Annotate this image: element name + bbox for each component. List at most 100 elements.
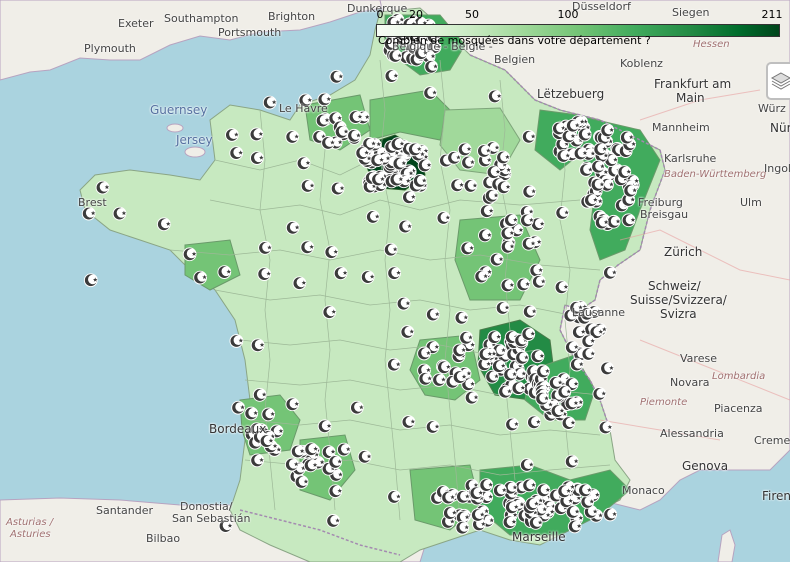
- mosque-marker-icon[interactable]: [561, 416, 576, 430]
- mosque-marker-icon[interactable]: [470, 508, 486, 522]
- mosque-marker-icon[interactable]: [441, 490, 456, 505]
- mosque-marker-icon[interactable]: [365, 210, 381, 224]
- mosque-marker-icon[interactable]: [112, 206, 127, 221]
- mosque-marker-icon[interactable]: [455, 520, 470, 535]
- mosque-marker-icon[interactable]: [496, 150, 511, 165]
- mosque-marker-icon[interactable]: [432, 373, 447, 387]
- mosque-marker-icon[interactable]: [348, 110, 363, 124]
- mosque-marker-icon[interactable]: [324, 245, 339, 260]
- mosque-marker-icon[interactable]: [530, 349, 545, 364]
- mosque-marker-icon[interactable]: [579, 163, 594, 177]
- mosque-marker-icon[interactable]: [443, 506, 458, 520]
- mosque-marker-icon[interactable]: [454, 310, 469, 325]
- mosque-marker-icon[interactable]: [360, 270, 375, 284]
- mosque-marker-icon[interactable]: [463, 179, 478, 193]
- mosque-marker-icon[interactable]: [491, 359, 507, 374]
- mosque-marker-icon[interactable]: [581, 334, 596, 349]
- mosque-marker-icon[interactable]: [333, 266, 348, 281]
- mosque-marker-icon[interactable]: [450, 178, 465, 193]
- mosque-marker-icon[interactable]: [370, 153, 385, 168]
- mosque-marker-icon[interactable]: [573, 146, 588, 161]
- mosque-marker-icon[interactable]: [528, 516, 543, 530]
- mosque-marker-icon[interactable]: [285, 397, 300, 412]
- mosque-marker-icon[interactable]: [600, 361, 615, 376]
- mosque-marker-icon[interactable]: [519, 458, 535, 472]
- mosque-marker-icon[interactable]: [182, 247, 197, 262]
- mosque-marker-icon[interactable]: [623, 183, 638, 198]
- mosque-marker-icon[interactable]: [249, 127, 264, 142]
- mosque-marker-icon[interactable]: [492, 483, 508, 498]
- mosque-marker-icon[interactable]: [225, 128, 240, 142]
- mosque-marker-icon[interactable]: [529, 263, 544, 278]
- mosque-marker-icon[interactable]: [505, 417, 520, 432]
- mosque-marker-icon[interactable]: [592, 387, 607, 401]
- mosque-marker-icon[interactable]: [584, 193, 599, 208]
- mosque-marker-icon[interactable]: [317, 419, 332, 434]
- mosque-marker-icon[interactable]: [500, 278, 515, 293]
- mosque-marker-icon[interactable]: [425, 420, 440, 434]
- mosque-marker-icon[interactable]: [417, 158, 432, 173]
- mosque-marker-icon[interactable]: [521, 236, 536, 251]
- mosque-marker-icon[interactable]: [229, 334, 244, 348]
- mosque-marker-icon[interactable]: [495, 301, 510, 315]
- mosque-marker-icon[interactable]: [292, 276, 307, 291]
- mosque-marker-icon[interactable]: [594, 215, 609, 230]
- mosque-marker-icon[interactable]: [515, 350, 530, 365]
- mosque-marker-icon[interactable]: [285, 130, 300, 144]
- mosque-marker-icon[interactable]: [296, 156, 311, 171]
- mosque-marker-icon[interactable]: [229, 146, 244, 160]
- mosque-marker-icon[interactable]: [556, 149, 571, 163]
- mosque-marker-icon[interactable]: [521, 327, 536, 341]
- mosque-marker-icon[interactable]: [479, 204, 494, 219]
- mosque-marker-icon[interactable]: [321, 136, 336, 150]
- mosque-marker-icon[interactable]: [502, 515, 517, 530]
- mosque-marker-icon[interactable]: [498, 384, 513, 399]
- mosque-marker-icon[interactable]: [580, 495, 595, 509]
- mosque-marker-icon[interactable]: [389, 172, 404, 187]
- mosque-marker-icon[interactable]: [557, 484, 572, 499]
- mosque-marker-icon[interactable]: [564, 396, 579, 411]
- mosque-marker-icon[interactable]: [336, 442, 352, 457]
- mosque-marker-icon[interactable]: [577, 127, 592, 142]
- mosque-marker-icon[interactable]: [371, 172, 386, 187]
- mosque-marker-icon[interactable]: [564, 454, 579, 469]
- mosque-marker-icon[interactable]: [564, 340, 580, 355]
- mosque-marker-icon[interactable]: [329, 69, 344, 84]
- mosque-marker-icon[interactable]: [593, 142, 608, 157]
- mosque-marker-icon[interactable]: [617, 165, 632, 179]
- mosque-marker-icon[interactable]: [459, 330, 474, 345]
- mosque-marker-icon[interactable]: [531, 274, 547, 289]
- mosque-marker-icon[interactable]: [284, 457, 300, 472]
- mosque-marker-icon[interactable]: [95, 180, 110, 195]
- mosque-marker-icon[interactable]: [487, 330, 502, 345]
- mosque-marker-icon[interactable]: [400, 325, 415, 339]
- mosque-marker-icon[interactable]: [384, 69, 399, 83]
- mosque-marker-icon[interactable]: [252, 388, 267, 402]
- mosque-marker-icon[interactable]: [521, 129, 536, 144]
- mosque-marker-icon[interactable]: [569, 357, 585, 372]
- mosque-marker-icon[interactable]: [527, 415, 542, 430]
- mosque-marker-icon[interactable]: [386, 357, 402, 372]
- mosque-marker-icon[interactable]: [461, 155, 476, 170]
- mosque-marker-icon[interactable]: [328, 455, 343, 469]
- mosque-marker-icon[interactable]: [554, 280, 569, 295]
- mosque-marker-icon[interactable]: [315, 113, 330, 128]
- mosque-marker-icon[interactable]: [250, 151, 265, 165]
- mosque-marker-icon[interactable]: [383, 242, 398, 257]
- mosque-marker-icon[interactable]: [489, 252, 504, 267]
- mosque-marker-icon[interactable]: [322, 305, 337, 320]
- mosque-marker-icon[interactable]: [536, 483, 551, 498]
- mosque-marker-icon[interactable]: [621, 213, 636, 228]
- mosque-marker-icon[interactable]: [262, 95, 277, 110]
- mosque-marker-icon[interactable]: [328, 484, 343, 499]
- mosque-marker-icon[interactable]: [565, 505, 580, 519]
- mosque-marker-icon[interactable]: [355, 146, 370, 160]
- mosque-marker-icon[interactable]: [469, 486, 484, 501]
- mosque-marker-icon[interactable]: [504, 500, 520, 515]
- mosque-marker-icon[interactable]: [258, 241, 273, 255]
- mosque-marker-icon[interactable]: [387, 266, 402, 281]
- mosque-marker-icon[interactable]: [402, 190, 417, 205]
- mosque-marker-icon[interactable]: [581, 347, 596, 361]
- mosque-marker-icon[interactable]: [474, 269, 489, 284]
- mosque-marker-icon[interactable]: [606, 214, 621, 229]
